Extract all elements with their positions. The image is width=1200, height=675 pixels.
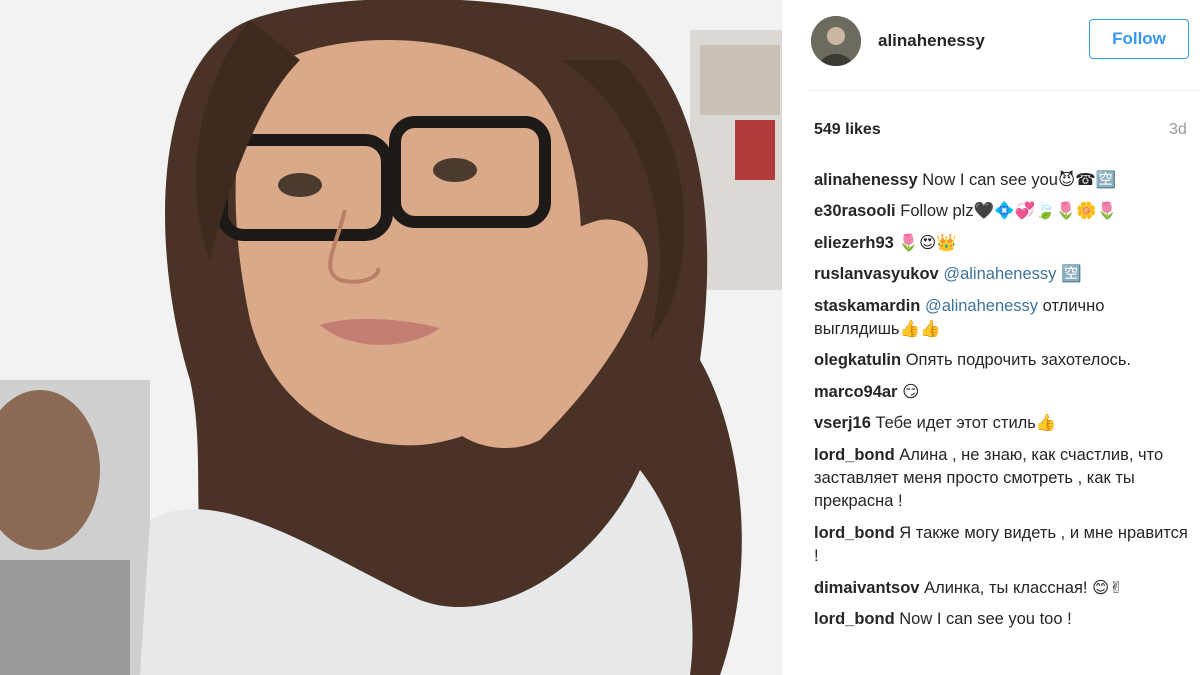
follow-button[interactable]: Follow [1089, 19, 1189, 59]
comment-item: lord_bond Алина , не знаю, как счастлив,… [814, 444, 1194, 514]
comment-text: Алинка, ты классная! 😊✌ [924, 578, 1124, 597]
author-username[interactable]: alinahenessy [878, 31, 985, 51]
comment-item: vserj16 Тебе идет этот стиль👍 [814, 412, 1194, 435]
comment-username[interactable]: e30rasooli [814, 202, 896, 220]
comment-username[interactable]: dimaivantsov [814, 579, 919, 597]
comment-list: alinahenessy Now I can see you😈☎🈳 e30ras… [814, 169, 1194, 640]
comment-item: marco94ar 😏 [814, 381, 1194, 404]
comment-mention[interactable]: @alinahenessy [943, 265, 1056, 283]
comment-item: lord_bond Now I can see you too ! [814, 608, 1194, 631]
comment-item: staskamardin @alinahenessy отлично выгля… [814, 295, 1194, 342]
post-photo[interactable] [0, 0, 782, 675]
selfie-illustration [0, 0, 782, 675]
comment-username[interactable]: staskamardin [814, 297, 920, 315]
comment-text: Now I can see you too ! [899, 610, 1072, 629]
comment-text: Follow plz🖤💠💞🍃🌷🌼🌷 [900, 202, 1118, 221]
post-timestamp[interactable]: 3d [1169, 121, 1187, 139]
instagram-post: alinahenessy Follow 549 likes 3d alinahe… [0, 0, 1200, 675]
post-header: alinahenessy Follow [782, 0, 1200, 91]
author-avatar[interactable] [811, 16, 861, 66]
comment-username[interactable]: lord_bond [814, 524, 895, 542]
comment-username[interactable]: olegkatulin [814, 351, 901, 369]
comment-text: 🌷😍👑 [898, 233, 957, 252]
comment-text: 🈳 [1061, 265, 1082, 284]
likes-count[interactable]: 549 likes [814, 121, 881, 139]
comment-item: dimaivantsov Алинка, ты классная! 😊✌ [814, 577, 1194, 600]
avatar-icon [811, 16, 861, 66]
comment-text: 😏 [902, 382, 920, 401]
comment-username[interactable]: vserj16 [814, 414, 871, 432]
comment-item: lord_bond Я также могу видеть , и мне нр… [814, 522, 1194, 569]
comment-mention[interactable]: @alinahenessy [925, 297, 1038, 315]
comment-username[interactable]: marco94ar [814, 383, 897, 401]
comment-text: Тебе идет этот стиль👍 [875, 414, 1057, 433]
comment-username[interactable]: lord_bond [814, 446, 895, 464]
comment-username[interactable]: alinahenessy [814, 171, 918, 189]
header-divider [808, 90, 1200, 91]
comment-item: alinahenessy Now I can see you😈☎🈳 [814, 169, 1194, 192]
post-sidebar: alinahenessy Follow 549 likes 3d alinahe… [782, 0, 1200, 675]
comment-username[interactable]: ruslanvasyukov [814, 265, 939, 283]
comment-item: ruslanvasyukov @alinahenessy 🈳 [814, 263, 1194, 286]
comment-username[interactable]: lord_bond [814, 610, 895, 628]
comment-item: olegkatulin Опять подрочить захотелось. [814, 349, 1194, 372]
comment-item: e30rasooli Follow plz🖤💠💞🍃🌷🌼🌷 [814, 200, 1194, 223]
comment-text: Now I can see you😈☎🈳 [922, 171, 1117, 189]
comment-username[interactable]: eliezerh93 [814, 234, 894, 252]
comment-text: Опять подрочить захотелось. [905, 351, 1132, 370]
comment-item: eliezerh93 🌷😍👑 [814, 232, 1194, 255]
